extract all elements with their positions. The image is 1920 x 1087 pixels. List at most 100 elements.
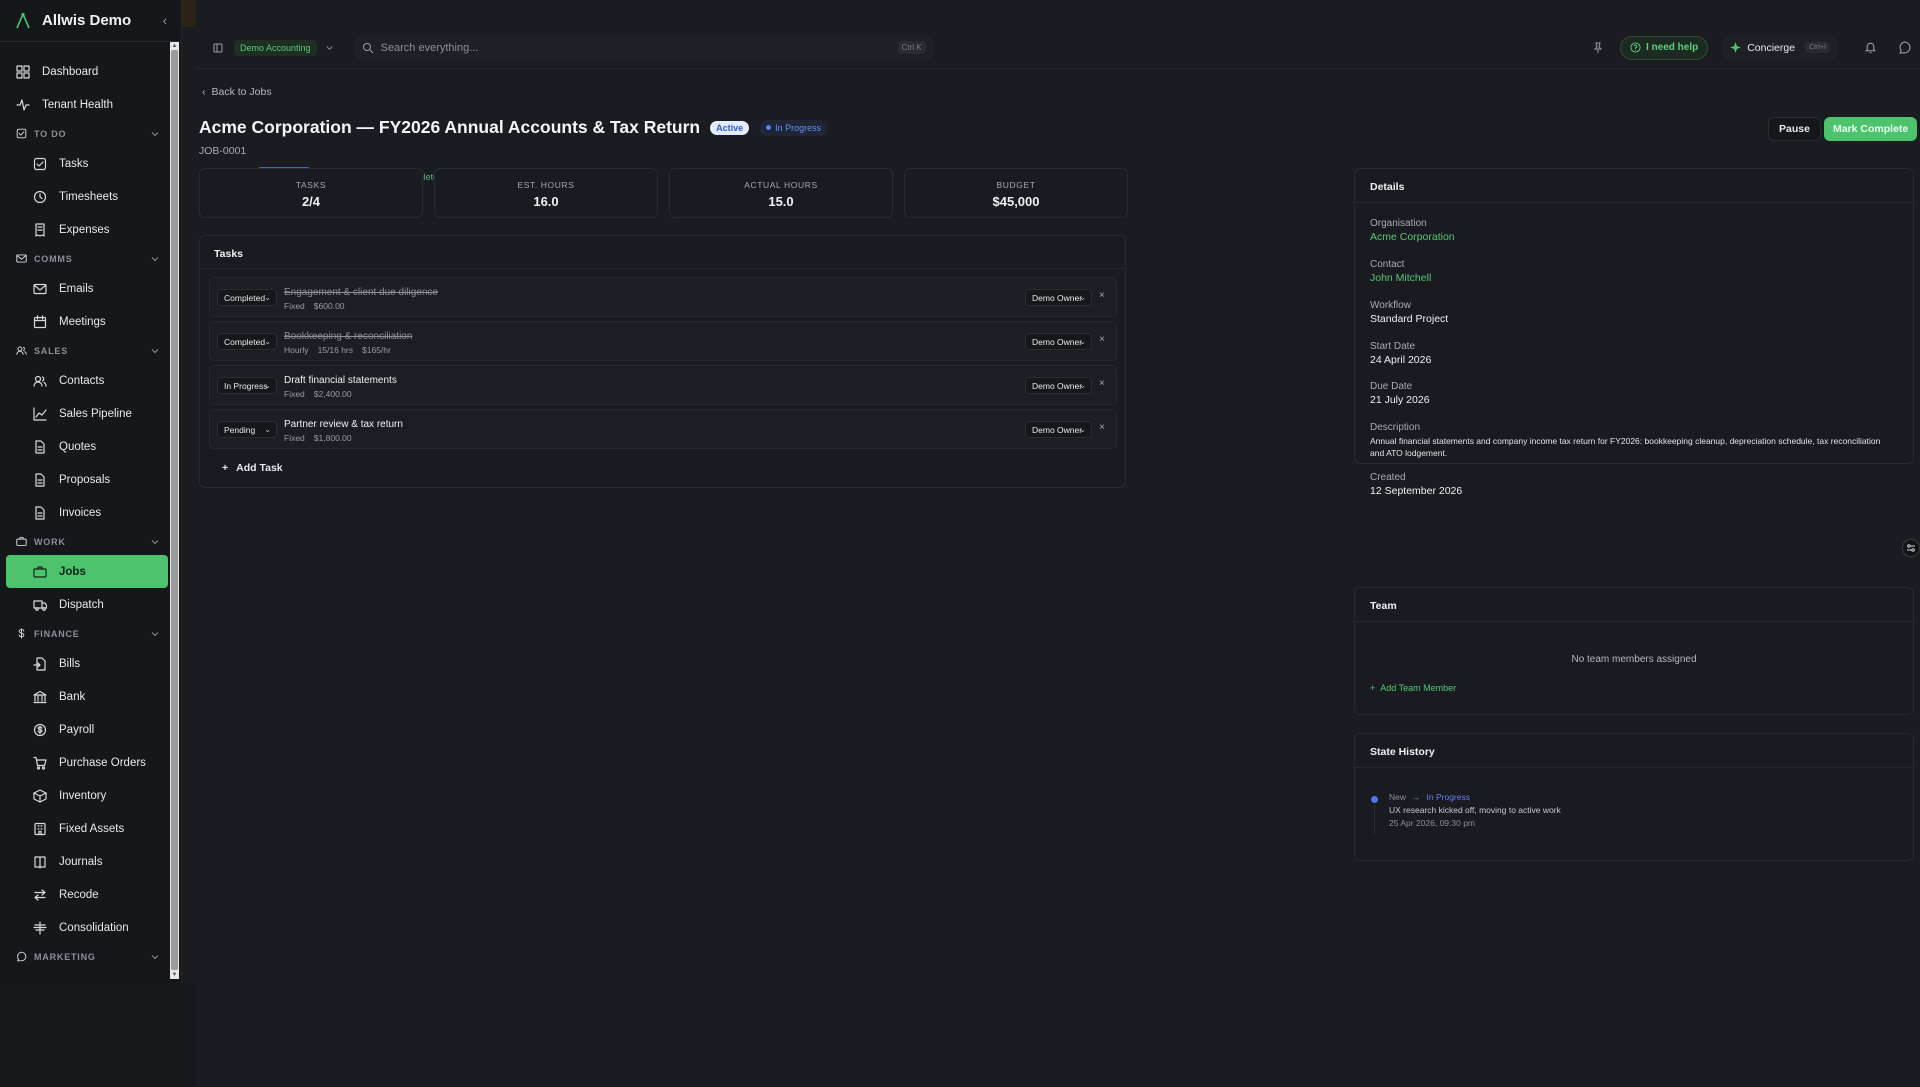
tasks-card: Tasks Completed ⌄ Engagement & client due … (199, 235, 1126, 488)
sidebar-section-label: TO DO (34, 129, 67, 139)
sidebar-item-label: Bills (59, 657, 81, 670)
window-edge (182, 0, 196, 27)
sidebar-item-tenant-health[interactable]: Tenant Health (6, 88, 168, 121)
task-status-select[interactable]: Pending ⌄ (217, 421, 277, 438)
task-meta-item: 15/16 hrs (317, 345, 354, 355)
state-history-card: State History New → In Progress UX resea… (1354, 733, 1914, 861)
task-name[interactable]: Bookkeeping & reconciliation (284, 331, 412, 342)
search-input[interactable]: Search everything... (381, 42, 479, 54)
sidebar-item-fixed-assets[interactable]: Fixed Assets (6, 812, 168, 845)
sidebar-item-proposals[interactable]: Proposals (6, 463, 168, 496)
chat-icon[interactable] (1896, 40, 1912, 56)
close-icon[interactable]: × (1099, 422, 1105, 433)
task-meta: Fixed $1,800.00 (284, 433, 352, 443)
task-owner-select[interactable]: Demo Owner ⌄ (1025, 421, 1092, 438)
contact-link[interactable]: John Mitchell (1370, 272, 1431, 284)
pin-icon[interactable] (1590, 40, 1606, 56)
sidebar-item-tasks[interactable]: Tasks (6, 147, 168, 180)
global-search[interactable]: Search everything... Ctrl K (353, 35, 934, 60)
task-owner-select[interactable]: Demo Owner ⌄ (1025, 377, 1092, 394)
sidebar-item-inventory[interactable]: Inventory (6, 779, 168, 812)
task-owner-select[interactable]: Demo Owner ⌄ (1025, 289, 1092, 306)
due-date-label: Due Date (1370, 381, 1413, 392)
organisation-link[interactable]: Acme Corporation (1370, 231, 1455, 243)
toggle-panel-button[interactable] (1902, 539, 1920, 557)
task-name[interactable]: Partner review & tax return (284, 419, 403, 430)
sidebar-section-label: WORK (34, 537, 66, 547)
close-icon[interactable]: × (1099, 334, 1105, 345)
task-status-select[interactable]: In Progress ⌄ (217, 377, 277, 394)
mark-complete-button[interactable]: Mark Complete (1824, 117, 1918, 141)
search-icon (362, 42, 373, 53)
sidebar-item-dispatch[interactable]: Dispatch (6, 588, 168, 621)
help-button[interactable]: I need help (1619, 35, 1709, 60)
sidebar-item-quotes[interactable]: Quotes (6, 430, 168, 463)
topbar-actions: I need help Concierge Ctrl+I (1570, 35, 1912, 60)
sidebar-item-label: Fixed Assets (59, 822, 125, 835)
sidebar-item-expenses[interactable]: Expenses (6, 213, 168, 246)
bell-icon[interactable] (1862, 40, 1878, 56)
sidebar-item-jobs[interactable]: Jobs (6, 555, 168, 588)
chat-icon (16, 951, 28, 963)
sidebar-item-payroll[interactable]: Payroll (6, 713, 168, 746)
org-switcher[interactable]: Demo Accounting (206, 36, 340, 60)
sidebar-item-timesheets[interactable]: Timesheets (6, 180, 168, 213)
chevron-left-icon: ‹ (202, 86, 206, 98)
task-meta-item: Fixed (284, 389, 305, 399)
sidebar-item-consolidation[interactable]: Consolidation (6, 911, 168, 944)
scroll-down-icon[interactable]: ▼ (170, 971, 179, 979)
task-name[interactable]: Draft financial statements (284, 375, 397, 386)
concierge-label: Concierge (1747, 41, 1796, 54)
task-meta-item: $2,400.00 (313, 389, 352, 399)
task-name[interactable]: Engagement & client due diligence (284, 287, 438, 298)
sidebar-item-bills[interactable]: Bills (6, 647, 168, 680)
sidebar-item-sales-pipeline[interactable]: Sales Pipeline (6, 397, 168, 430)
concierge-button[interactable]: Concierge Ctrl+I (1722, 35, 1838, 60)
add-team-member-button[interactable]: + Add Team Member (1370, 683, 1456, 693)
page-title: Acme Corporation — FY2026 Annual Account… (199, 117, 701, 137)
sidebar-item-meetings[interactable]: Meetings (6, 305, 168, 338)
task-status-value: Completed (224, 292, 266, 303)
chevron-down-icon: ⌄ (1079, 293, 1086, 302)
stat-card-tasks: TASKS 2/4 (199, 168, 423, 218)
scroll-up-icon[interactable]: ▲ (170, 42, 179, 50)
sidebar-item-dashboard[interactable]: Dashboard (6, 55, 168, 88)
sidebar-section-to-do[interactable]: TO DO (6, 121, 168, 147)
sidebar-section-label: MARKETING (34, 952, 96, 962)
building-icon (213, 43, 223, 52)
sidebar-section-sales[interactable]: SALES (6, 338, 168, 364)
title-row: Acme Corporation — FY2026 Annual Account… (199, 117, 829, 138)
sidebar-item-contacts[interactable]: Contacts (6, 364, 168, 397)
stat-label: ACTUAL HOURS (744, 180, 818, 190)
sidebar-section-comms[interactable]: COMMS (6, 246, 168, 272)
close-icon[interactable]: × (1099, 290, 1105, 301)
add-task-button[interactable]: + Add Task (222, 462, 283, 474)
close-icon[interactable]: × (1099, 378, 1105, 389)
pause-button[interactable]: Pause (1768, 117, 1821, 141)
sidebar-section-work[interactable]: WORK (6, 529, 168, 555)
details-card: Details Organisation Acme Corporation Co… (1354, 168, 1914, 497)
sidebar-item-emails[interactable]: Emails (6, 272, 168, 305)
scrollbar-thumb[interactable] (171, 50, 178, 970)
divider (200, 268, 1125, 269)
sidebar-item-bank[interactable]: Bank (6, 680, 168, 713)
sidebar-item-purchase-orders[interactable]: Purchase Orders (6, 746, 168, 779)
sidebar-item-journals[interactable]: Journals (6, 845, 168, 878)
task-status-select[interactable]: Completed ⌄ (217, 289, 277, 306)
document-icon (33, 472, 47, 487)
sidebar-scrollbar[interactable]: ▲ ▼ (170, 42, 179, 979)
sidebar-section-finance[interactable]: FINANCE (6, 621, 168, 647)
sidebar-item-label: Journals (59, 855, 103, 868)
chevron-down-icon: ⌄ (264, 381, 271, 390)
users-icon (33, 374, 47, 388)
collapse-sidebar-icon[interactable]: ‹ (163, 13, 167, 28)
sidebar-item-invoices[interactable]: Invoices (6, 496, 168, 529)
stat-value: 16.0 (533, 194, 559, 209)
task-owner-select[interactable]: Demo Owner ⌄ (1025, 333, 1092, 350)
state-badge: In Progress (759, 119, 829, 136)
sidebar-item-recode[interactable]: Recode (6, 878, 168, 911)
task-status-select[interactable]: Completed ⌄ (217, 333, 277, 350)
back-to-jobs-link[interactable]: ‹ Back to Jobs (202, 86, 272, 98)
sidebar-section-marketing[interactable]: MARKETING (6, 944, 168, 970)
merge-icon (33, 920, 47, 935)
